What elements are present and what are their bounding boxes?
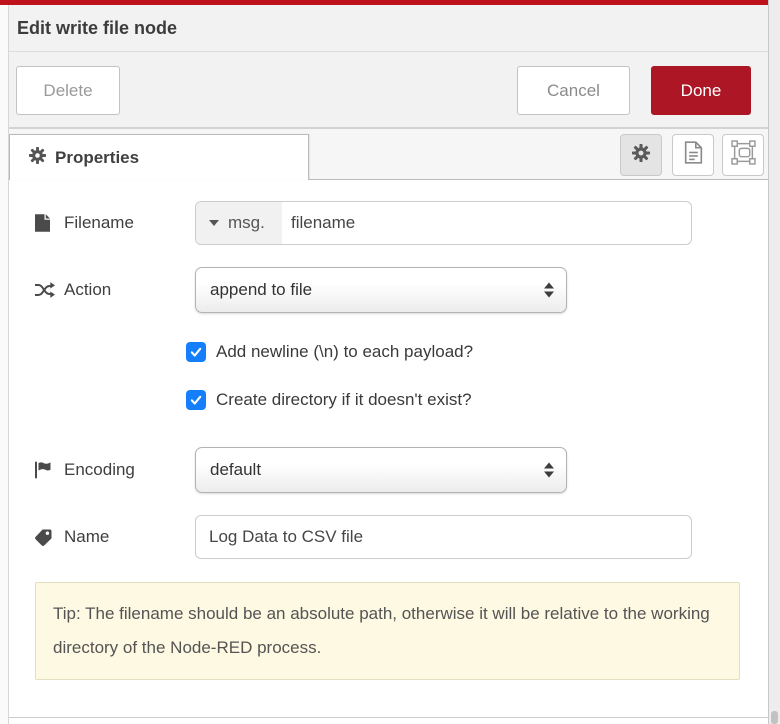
tray-panel: Edit write file node Delete Cancel Done: [9, 5, 768, 717]
encoding-row: Encoding default: [35, 447, 768, 493]
name-input[interactable]: [196, 516, 691, 558]
appearance-icon: [731, 140, 756, 170]
encoding-label: Encoding: [64, 460, 135, 480]
dialog-header: Edit write file node: [9, 5, 768, 52]
name-label: Name: [64, 527, 109, 547]
filename-label-group: Filename: [35, 213, 195, 233]
tab-properties-label: Properties: [55, 148, 139, 168]
scrollbar-thumb[interactable]: [771, 711, 778, 724]
action-select-value: append to file: [210, 280, 312, 300]
mkdir-checkbox-label[interactable]: Create directory if it doesn't exist?: [216, 390, 472, 410]
filename-row: Filename msg.: [35, 201, 768, 245]
newline-checkbox-row: Add newline (\n) to each payload?: [186, 341, 768, 363]
gear-icon: [632, 144, 650, 167]
page-title: Edit write file node: [17, 18, 177, 39]
encoding-label-group: Encoding: [35, 460, 195, 480]
edit-node-dialog: Edit write file node Delete Cancel Done: [0, 0, 780, 724]
encoding-select[interactable]: default: [195, 447, 567, 493]
delete-button[interactable]: Delete: [16, 66, 120, 115]
node-appearance-button[interactable]: [722, 134, 764, 176]
node-settings-button[interactable]: [620, 134, 662, 176]
name-row: Name: [35, 515, 768, 559]
encoding-select-value: default: [210, 460, 261, 480]
select-arrows-icon: [544, 283, 554, 298]
name-input-wrap: [195, 515, 692, 559]
tip-box: Tip: The filename should be an absolute …: [35, 582, 740, 680]
mkdir-checkbox[interactable]: [186, 390, 206, 410]
filename-typed-input: msg.: [195, 201, 692, 245]
cancel-button[interactable]: Cancel: [517, 66, 630, 115]
newline-checkbox-label[interactable]: Add newline (\n) to each payload?: [216, 342, 473, 362]
node-description-button[interactable]: [672, 134, 714, 176]
document-icon: [684, 141, 703, 169]
tag-icon: [35, 529, 55, 546]
select-arrows-icon: [544, 463, 554, 478]
flag-icon: [35, 461, 55, 479]
done-button[interactable]: Done: [651, 66, 751, 115]
shuffle-icon: [35, 282, 55, 298]
dialog-action-bar: Delete Cancel Done: [9, 52, 768, 129]
scrollbar-track[interactable]: [768, 0, 780, 724]
action-row: Action append to file: [35, 267, 768, 313]
file-icon: [35, 214, 55, 232]
left-gutter: [0, 5, 9, 724]
filename-input[interactable]: [282, 202, 691, 244]
action-label-group: Action: [35, 280, 195, 300]
mkdir-checkbox-row: Create directory if it doesn't exist?: [186, 389, 768, 411]
dialog-bottom-border: [9, 717, 768, 718]
filename-label: Filename: [64, 213, 134, 233]
name-label-group: Name: [35, 527, 195, 547]
action-label: Action: [64, 280, 111, 300]
tab-bar: Properties: [9, 129, 768, 180]
properties-form: Filename msg.: [9, 180, 768, 680]
tab-properties[interactable]: Properties: [9, 134, 309, 180]
action-select[interactable]: append to file: [195, 267, 567, 313]
gear-icon: [29, 147, 46, 169]
filename-type-label: msg.: [228, 213, 265, 233]
newline-checkbox[interactable]: [186, 342, 206, 362]
chevron-down-icon: [209, 220, 219, 226]
filename-type-select[interactable]: msg.: [196, 202, 282, 244]
